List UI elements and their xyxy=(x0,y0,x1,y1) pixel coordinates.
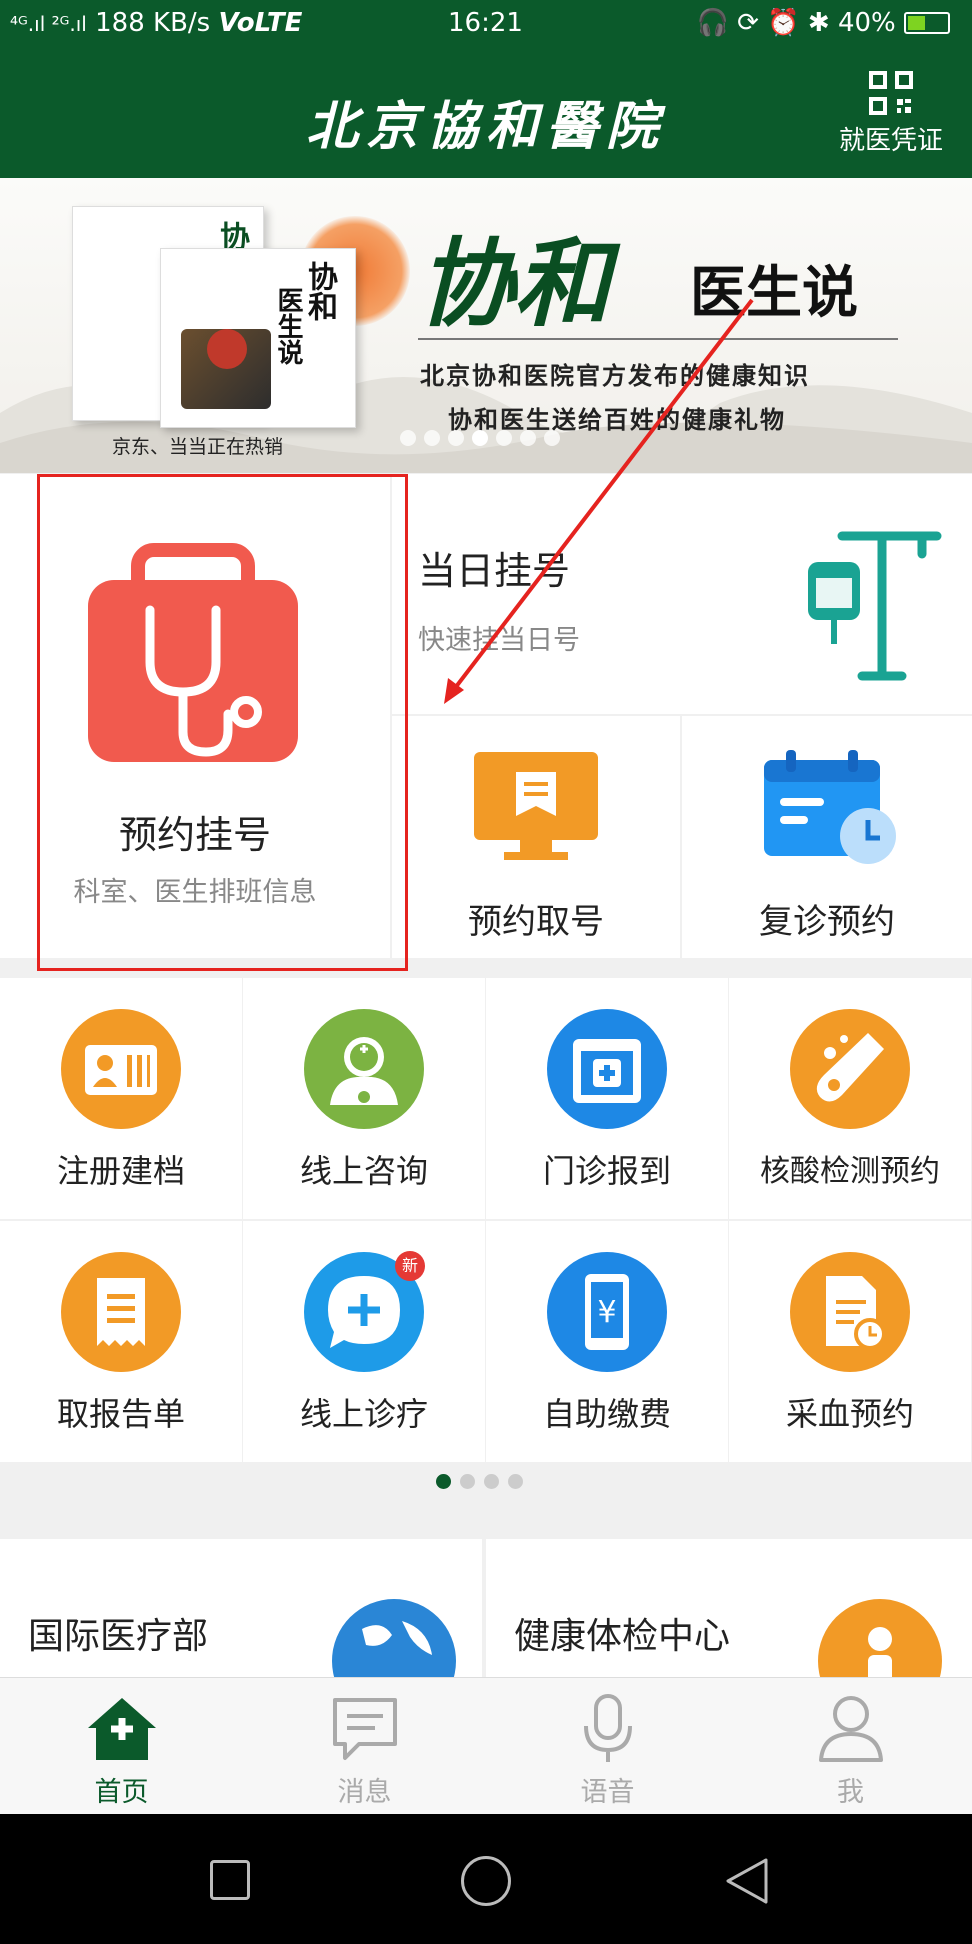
pager-dot xyxy=(496,430,512,446)
pager-dot xyxy=(448,430,464,446)
banner-brand: 协和 xyxy=(418,227,610,340)
grid-item-get-report[interactable]: 取报告单 xyxy=(0,1221,242,1462)
international-medical-title: 国际医疗部 xyxy=(28,1616,209,1657)
bluetooth-icon: ✱ xyxy=(807,8,830,38)
grid-label: 核酸检测预约 xyxy=(760,1154,940,1189)
take-number-card[interactable]: 预约取号 xyxy=(392,716,680,958)
same-day-title: 当日挂号 xyxy=(418,549,571,593)
user-icon xyxy=(819,1696,883,1762)
tab-label: 首页 xyxy=(94,1777,149,1808)
grid-item-blood-draw[interactable]: 采血预约 xyxy=(729,1221,971,1462)
message-icon xyxy=(333,1698,397,1760)
doctor-icon xyxy=(304,1009,424,1129)
receipt-icon xyxy=(61,1252,181,1372)
alarm-icon: ⏰ xyxy=(767,8,800,38)
signal-icon: ⁴ᴳ.ıl ²ᴳ.ıl xyxy=(10,12,87,36)
grid-label: 自助缴费 xyxy=(542,1395,671,1433)
banner-line-1: 北京协和医院官方发布的健康知识 xyxy=(420,362,810,390)
grid-item-self-payment[interactable]: ¥ 自助缴费 xyxy=(486,1221,728,1462)
banner-divider xyxy=(418,338,898,340)
grid-pager xyxy=(436,1474,532,1493)
same-day-registration-card[interactable]: 当日挂号 快速挂当日号 xyxy=(392,474,972,714)
battery-icon xyxy=(904,12,950,34)
grid-label: 线上咨询 xyxy=(299,1152,428,1190)
pager-dot xyxy=(484,1474,499,1489)
net-speed: 188 KB/s xyxy=(95,8,211,38)
banner-caption: 京东、当当正在热销 xyxy=(112,436,284,458)
hospital-title: 北京協和醫院 xyxy=(305,96,666,157)
grid-item-nucleic-test[interactable]: 核酸检测预约 xyxy=(729,978,971,1219)
tab-home[interactable]: 首页 xyxy=(0,1678,243,1815)
grid-label: 取报告单 xyxy=(56,1395,185,1433)
health-checkup-card[interactable]: 健康体检中心 xyxy=(486,1539,972,1679)
revisit-appointment-card[interactable]: 复诊预约 xyxy=(682,716,972,958)
back-button[interactable] xyxy=(722,1856,772,1906)
promo-banner[interactable]: 协和 协和 医生说 京东、当当正在热销 协和 医生说 北京协和医院官方发布的健康… xyxy=(0,178,972,473)
headphone-icon: 🎧 xyxy=(696,8,729,38)
pager-dot xyxy=(400,430,416,446)
status-left: ⁴ᴳ.ıl ²ᴳ.ıl 188 KB/s VoLTE xyxy=(10,8,302,38)
credential-label: 就医凭证 xyxy=(838,126,943,156)
banner-pager xyxy=(400,430,568,450)
grid-item-register-file[interactable]: 注册建档 xyxy=(0,978,242,1219)
home-button[interactable] xyxy=(461,1856,511,1906)
app-header: 北京協和醫院 就医凭证 xyxy=(0,50,972,178)
new-badge: 新 xyxy=(395,1251,425,1281)
revisit-title: 复诊预约 xyxy=(759,902,895,942)
system-nav-bar xyxy=(0,1814,972,1944)
clock: 16:21 xyxy=(448,8,523,38)
pager-dot-active xyxy=(472,430,488,446)
document-clock-icon xyxy=(790,1252,910,1372)
book-title: 医生说 xyxy=(273,287,303,365)
book-cover-front: 协和 医生说 xyxy=(160,248,356,428)
grid-item-online-treatment[interactable]: 新 线上诊疗 xyxy=(243,1221,485,1462)
qr-code-icon xyxy=(869,71,913,115)
grid-label: 门诊报到 xyxy=(542,1152,671,1190)
take-number-title: 预约取号 xyxy=(468,902,604,942)
home-icon xyxy=(88,1698,156,1760)
grid-label: 注册建档 xyxy=(56,1152,185,1190)
international-medical-card[interactable]: 国际医疗部 xyxy=(0,1539,482,1679)
grid-item-outpatient-checkin[interactable]: 门诊报到 xyxy=(486,978,728,1219)
battery-percent: 40% xyxy=(837,8,896,38)
grid-label: 采血预约 xyxy=(785,1395,914,1433)
person-icon xyxy=(818,1599,942,1679)
status-right: 🎧 ⟳ ⏰ ✱ 40% xyxy=(697,8,950,38)
pager-dot xyxy=(424,430,440,446)
pager-dot xyxy=(544,430,560,446)
pager-dot xyxy=(520,430,536,446)
tab-label: 我 xyxy=(837,1777,864,1808)
svg-text:¥: ¥ xyxy=(597,1295,616,1330)
calendar-plus-icon xyxy=(547,1009,667,1129)
monitor-icon xyxy=(474,752,598,860)
pager-dot xyxy=(460,1474,475,1489)
globe-icon xyxy=(332,1599,456,1679)
id-card-icon xyxy=(61,1009,181,1129)
status-bar: ⁴ᴳ.ıl ²ᴳ.ıl 188 KB/s VoLTE 16:21 🎧 ⟳ ⏰ ✱… xyxy=(0,0,972,50)
pager-dot-active xyxy=(436,1474,451,1489)
grid-item-online-consult[interactable]: 线上咨询 xyxy=(243,978,485,1219)
tab-messages[interactable]: 消息 xyxy=(243,1678,486,1815)
same-day-subtitle: 快速挂当日号 xyxy=(418,625,580,656)
banner-brand-suffix: 医生说 xyxy=(690,261,858,326)
phone-yuan-icon: ¥ xyxy=(547,1252,667,1372)
iv-drip-icon xyxy=(808,531,942,681)
highlight-box xyxy=(37,474,408,971)
calendar-clock-icon xyxy=(764,750,896,864)
test-tube-icon xyxy=(790,1009,910,1129)
tab-me[interactable]: 我 xyxy=(729,1678,972,1815)
medical-credential-button[interactable]: 就医凭证 xyxy=(836,70,946,157)
lock-rotation-icon: ⟳ xyxy=(737,8,759,38)
volte-label: VoLTE xyxy=(218,8,303,38)
tab-voice[interactable]: 语音 xyxy=(486,1678,729,1815)
tab-label: 消息 xyxy=(337,1777,392,1808)
recents-button[interactable] xyxy=(210,1860,250,1900)
pager-dot xyxy=(508,1474,523,1489)
microphone-icon xyxy=(584,1694,632,1762)
bottom-tab-bar: 首页 消息 语音 我 xyxy=(0,1677,972,1814)
grid-label: 线上诊疗 xyxy=(299,1395,428,1433)
tab-label: 语音 xyxy=(580,1777,635,1808)
health-checkup-title: 健康体检中心 xyxy=(514,1616,731,1657)
